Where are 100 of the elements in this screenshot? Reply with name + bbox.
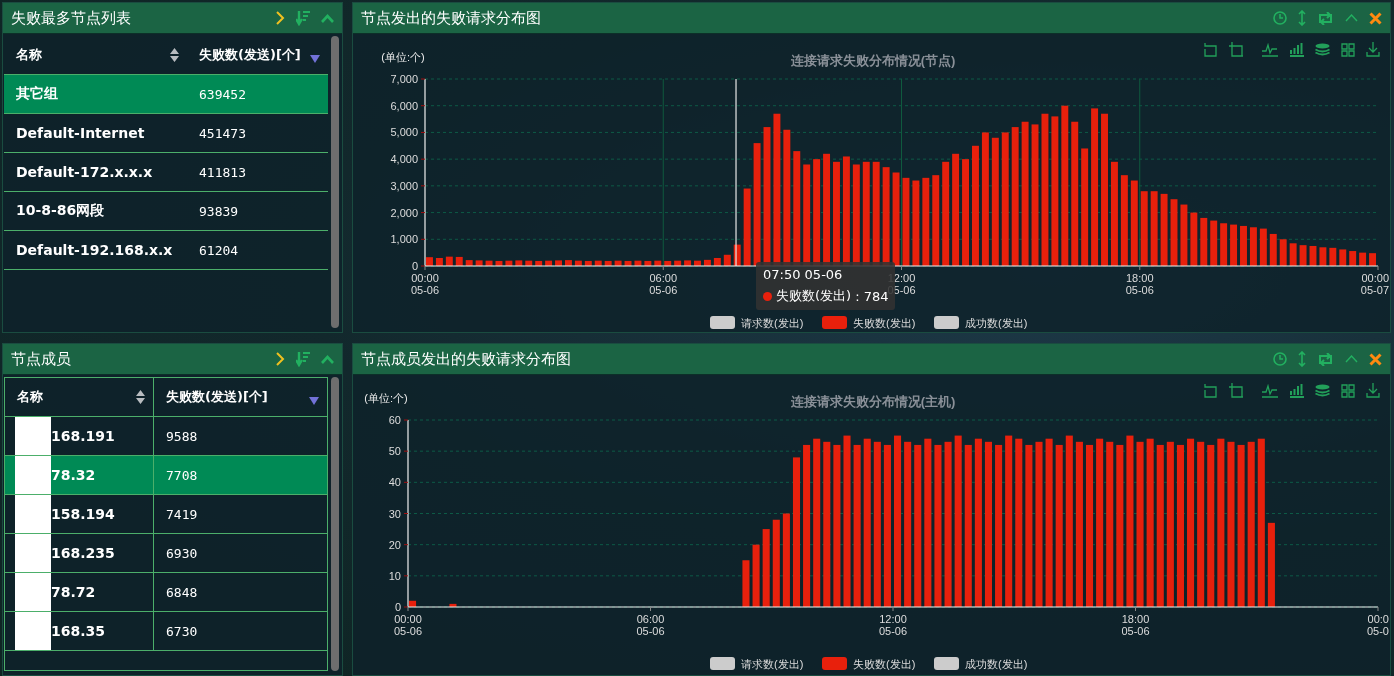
bar[interactable] xyxy=(694,260,701,266)
bar[interactable] xyxy=(1187,438,1195,607)
zoom-box-icon[interactable] xyxy=(1228,383,1243,398)
bar-chart-icon[interactable] xyxy=(1289,42,1304,57)
bar[interactable] xyxy=(634,260,642,266)
bar[interactable] xyxy=(674,260,682,266)
sort-descending-icon[interactable] xyxy=(309,397,319,405)
bar[interactable] xyxy=(932,175,940,266)
bar[interactable] xyxy=(713,258,721,266)
clock-icon[interactable] xyxy=(1273,352,1287,366)
bar[interactable] xyxy=(1015,438,1023,607)
bar[interactable] xyxy=(525,260,533,266)
bar[interactable] xyxy=(1220,223,1228,266)
sort-icon[interactable] xyxy=(136,390,145,404)
table-row[interactable]: 其它组 639452 xyxy=(4,75,328,114)
bar[interactable] xyxy=(782,513,790,607)
bar[interactable] xyxy=(465,260,473,266)
bar[interactable] xyxy=(455,256,463,266)
bar[interactable] xyxy=(574,260,582,266)
bar[interactable] xyxy=(883,444,891,607)
bar[interactable] xyxy=(792,457,801,607)
bar[interactable] xyxy=(1200,217,1208,266)
bar[interactable] xyxy=(723,254,731,266)
bar[interactable] xyxy=(604,260,612,266)
column-header[interactable]: 失败数(发送)[个] xyxy=(154,378,327,416)
bar[interactable] xyxy=(1116,444,1124,607)
bar[interactable] xyxy=(684,260,692,266)
bar[interactable] xyxy=(1001,132,1009,266)
download-icon[interactable] xyxy=(1366,383,1380,398)
bar[interactable] xyxy=(1207,444,1215,607)
table-row[interactable]: 78.32 7708 xyxy=(5,456,327,495)
bar[interactable] xyxy=(894,435,902,607)
bar[interactable] xyxy=(449,603,457,607)
refresh-icon[interactable] xyxy=(1317,11,1334,25)
bar[interactable] xyxy=(813,438,821,607)
bar[interactable] xyxy=(1210,220,1218,266)
undo-zoom-icon[interactable] xyxy=(1202,383,1217,398)
chevron-up-icon[interactable] xyxy=(1345,14,1358,22)
bar[interactable] xyxy=(555,260,562,266)
bar[interactable] xyxy=(991,137,999,266)
bar[interactable] xyxy=(914,444,922,607)
bar[interactable] xyxy=(1061,105,1069,266)
bar[interactable] xyxy=(981,132,989,266)
bar[interactable] xyxy=(1011,127,1019,266)
bar[interactable] xyxy=(1176,444,1184,607)
bar[interactable] xyxy=(1249,227,1257,266)
bar[interactable] xyxy=(1096,438,1104,607)
bar[interactable] xyxy=(942,161,950,266)
bar[interactable] xyxy=(1051,116,1059,266)
table-row[interactable]: 10-8-86网段 93839 xyxy=(4,192,328,231)
bar[interactable] xyxy=(762,529,770,607)
bar[interactable] xyxy=(1130,180,1138,266)
chevron-right-icon[interactable] xyxy=(276,11,285,25)
table-row[interactable]: 168.235 6930 xyxy=(5,534,327,573)
bar[interactable] xyxy=(1190,212,1198,266)
refresh-icon[interactable] xyxy=(1317,352,1334,366)
bar[interactable] xyxy=(1110,161,1118,266)
bar[interactable] xyxy=(1289,243,1297,266)
bar[interactable] xyxy=(1197,441,1205,607)
bar[interactable] xyxy=(803,444,811,607)
stack-icon[interactable] xyxy=(1315,384,1330,397)
bar[interactable] xyxy=(515,260,523,266)
bar[interactable] xyxy=(1055,444,1063,607)
bar[interactable] xyxy=(545,260,553,266)
bar[interactable] xyxy=(1106,441,1114,607)
bar[interactable] xyxy=(435,258,443,266)
chevron-right-icon[interactable] xyxy=(276,352,285,366)
vertical-arrows-icon[interactable] xyxy=(1298,351,1306,367)
grid-icon[interactable] xyxy=(1341,383,1355,398)
legend-item[interactable]: 失败数(发出) xyxy=(822,316,916,329)
bar[interactable] xyxy=(995,444,1003,607)
table-row[interactable]: Default-Internet 451473 xyxy=(4,114,328,153)
sort-descending-icon[interactable] xyxy=(310,55,320,63)
bar[interactable] xyxy=(594,260,602,266)
bar[interactable] xyxy=(614,260,622,266)
bar[interactable] xyxy=(1329,247,1337,266)
bar[interactable] xyxy=(1086,444,1094,607)
bar[interactable] xyxy=(1166,441,1174,607)
bar[interactable] xyxy=(823,441,831,607)
bar[interactable] xyxy=(1309,245,1317,266)
bar[interactable] xyxy=(1081,148,1089,266)
table-row[interactable]: Default-172.x.x.x 411813 xyxy=(4,153,328,192)
bar[interactable] xyxy=(1005,435,1013,607)
close-icon[interactable] xyxy=(1369,11,1382,25)
bar[interactable] xyxy=(1091,108,1099,266)
sort-icon[interactable] xyxy=(170,48,179,62)
bar[interactable] xyxy=(1339,249,1347,266)
bar[interactable] xyxy=(1259,228,1267,266)
bar[interactable] xyxy=(1150,191,1158,266)
column-header[interactable]: 失败数(发送)[个] xyxy=(187,36,328,74)
bar[interactable] xyxy=(733,244,741,266)
bar[interactable] xyxy=(1299,245,1307,266)
bar[interactable] xyxy=(1120,175,1128,266)
table-row[interactable]: Default-192.168.x.x 61204 xyxy=(4,231,328,270)
clock-icon[interactable] xyxy=(1273,11,1287,25)
bar[interactable] xyxy=(1319,247,1327,266)
zoom-box-icon[interactable] xyxy=(1228,42,1243,57)
column-header[interactable]: 名称 xyxy=(4,36,187,74)
bar[interactable] xyxy=(1359,252,1367,266)
line-chart-icon[interactable] xyxy=(1262,42,1278,57)
